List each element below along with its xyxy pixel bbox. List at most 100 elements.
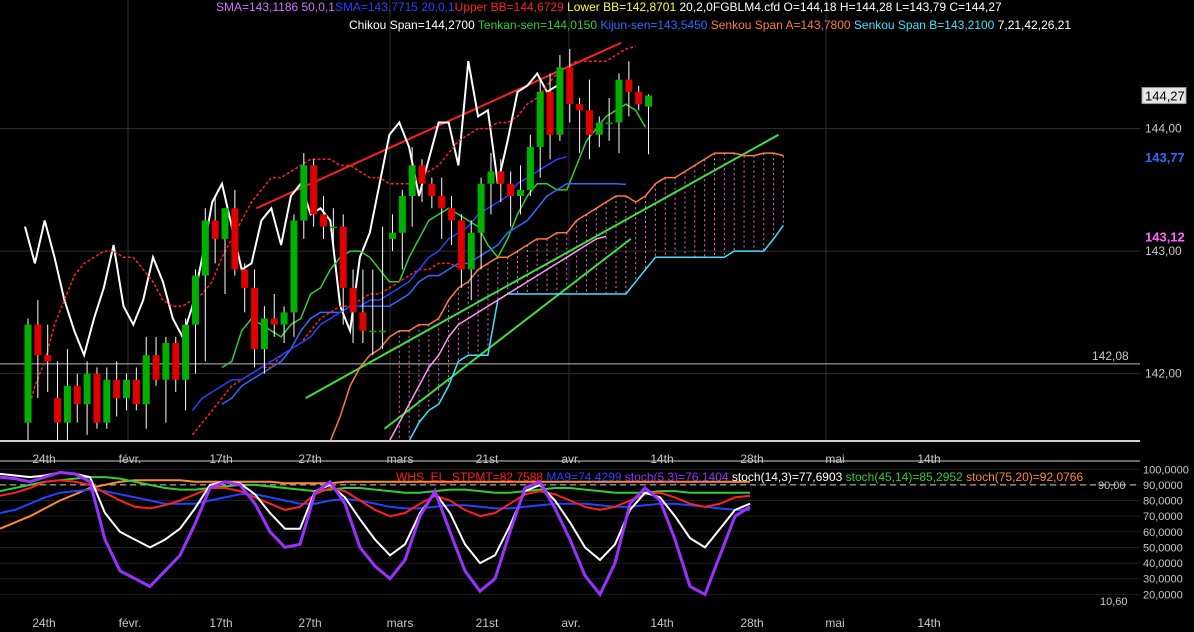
legend-entry: stoch(75,20)=92,0766	[962, 470, 1084, 484]
series-line-lower-bb	[191, 262, 459, 436]
candle-body	[605, 122, 613, 124]
legend-entry: Senkou Span A=143,7800	[707, 18, 851, 32]
candle-body	[388, 232, 396, 239]
candle-body	[467, 232, 475, 270]
candle-body	[93, 373, 101, 423]
time-axis-label-main: 28th	[740, 452, 763, 466]
candle-body	[329, 226, 337, 229]
osc-tick-label: 50,0000	[1143, 542, 1183, 554]
candle-body	[546, 91, 554, 135]
candle-body	[300, 165, 308, 221]
legend-entry: Kijun-sen=143,5450	[597, 18, 708, 32]
series-line-sma-50	[388, 235, 607, 442]
candle-body	[625, 79, 633, 92]
candle-body	[182, 324, 190, 380]
time-axis-label-main: 14th	[917, 452, 940, 466]
legend-entry: Lower BB=142,8701	[563, 0, 677, 14]
osc-low-label: 10,60	[1100, 596, 1128, 608]
candle-body	[615, 79, 623, 123]
candle-body	[349, 287, 357, 313]
candle-body	[201, 220, 209, 276]
time-axis-label-osc: 24th	[32, 616, 55, 630]
candle-body	[566, 67, 574, 105]
candle-body	[162, 343, 170, 380]
candle-body	[477, 183, 485, 233]
legend-indicators: SMA=143,1186 50,0,1SMA=143,7715 20,0,1Up…	[216, 0, 1002, 14]
chart-canvas: 144,00 143,00 142,00 142,08 144,27 143,77 143,…	[0, 0, 1189, 630]
candle-body	[497, 171, 505, 184]
time-axis-label-main: 24th	[32, 452, 55, 466]
candle-body	[24, 324, 32, 423]
candle-body	[320, 214, 327, 227]
legend-entry: FGBLM4.cfd O=144,18 H=144,28 L=143,79 C=…	[712, 0, 1002, 14]
candle-body	[595, 122, 603, 135]
legend-entry: Upper BB=144,6729	[454, 0, 564, 14]
legend-entry: Tenkan-sen=144,0150	[474, 18, 597, 32]
candle-body	[152, 355, 160, 380]
candle-body	[73, 385, 81, 405]
candle-body	[310, 165, 318, 215]
time-axis-label-main: avr.	[561, 452, 580, 466]
time-axis-label-main: mai	[825, 452, 844, 466]
sma20-price-label: 143,77	[1145, 150, 1185, 165]
candle-body	[103, 379, 111, 423]
osc-line-whs-el-stpmt	[0, 479, 751, 518]
osc-tick-label: 90,0000	[1143, 480, 1183, 492]
time-axis-label-osc: mars	[387, 616, 414, 630]
osc-line-stoch-5-3-	[0, 470, 751, 598]
time-axis-label-main: févr.	[119, 452, 142, 466]
candle-body	[645, 95, 653, 107]
candle-body	[83, 373, 91, 405]
time-axis-label-osc: févr.	[119, 616, 142, 630]
legend-entry: WHS_EL_STPMT=82,7588	[396, 470, 544, 484]
time-axis-label-main: mars	[387, 452, 414, 466]
candle-body	[44, 355, 52, 362]
osc-tick-label: 80,0000	[1143, 496, 1183, 508]
legend-ichimoku: Chikou Span=144,2700 Tenkan-sen=144,0150…	[349, 18, 1071, 32]
osc-tick-label: 70,0000	[1143, 511, 1183, 523]
sma50-price-label: 143,12	[1145, 229, 1185, 244]
candle-body	[142, 355, 150, 405]
candle-body	[132, 379, 140, 405]
candle-body	[339, 226, 347, 288]
time-axis-label-main: 21st	[476, 452, 499, 466]
candle-body	[221, 208, 229, 239]
time-axis-label-osc: avr.	[561, 616, 580, 630]
candle-body	[211, 220, 219, 239]
legend-entry: 7,21,42,26,21	[994, 18, 1072, 32]
osc-tick-label: 30,0000	[1143, 574, 1183, 586]
time-axis-label-osc: 14th	[650, 616, 673, 630]
candle-body	[241, 269, 249, 288]
candle-body	[290, 220, 298, 313]
candle-body	[536, 91, 544, 147]
candle-body	[418, 165, 426, 184]
candle-body	[280, 312, 288, 325]
candle-body	[438, 196, 446, 209]
candle-body	[379, 330, 387, 333]
candle-body	[251, 287, 259, 350]
candle-body	[556, 67, 564, 135]
legend-oscillators: WHS_EL_STPMT=82,7588 MA9=74,4299 stoch(5…	[396, 470, 1083, 484]
price-tick-label: 143,00	[1145, 244, 1182, 258]
price-tick-label: 144,00	[1145, 122, 1182, 136]
candle-body	[34, 324, 42, 356]
time-axis-label-main: 14th	[650, 452, 673, 466]
candle-body	[369, 330, 377, 333]
osc-90-label: 90,00	[1098, 480, 1126, 492]
osc-line-stoch-14-3-	[0, 471, 751, 565]
legend-entry: Senkou Span B=143,2100	[850, 18, 995, 32]
candle-body	[113, 379, 121, 399]
candle-body	[408, 165, 416, 196]
candle-body	[517, 189, 524, 196]
candle-body	[635, 91, 643, 105]
candle-body	[359, 312, 367, 331]
candle-body	[428, 183, 436, 196]
legend-entry: stoch(45,14)=85,2952	[842, 470, 963, 484]
candle-body	[231, 208, 239, 270]
osc-tick-label: 40,0000	[1143, 558, 1183, 570]
candle-body	[398, 196, 406, 233]
legend-entry: Chikou Span=144,2700	[349, 18, 475, 32]
legend-entry: SMA=143,1186 50,0,1	[216, 0, 335, 14]
series-line-senkou-span-b	[399, 224, 785, 442]
candle-body	[487, 171, 495, 184]
